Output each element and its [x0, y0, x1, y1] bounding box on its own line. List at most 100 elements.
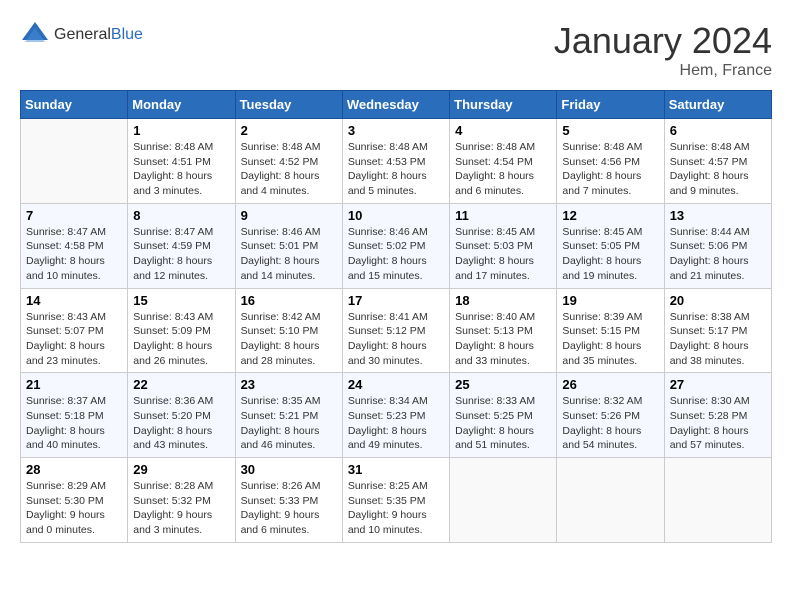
month-title: January 2024: [554, 20, 772, 62]
day-number: 21: [26, 377, 122, 392]
day-info: Sunrise: 8:33 AMSunset: 5:25 PMDaylight:…: [455, 394, 551, 453]
calendar-day-cell: 3Sunrise: 8:48 AMSunset: 4:53 PMDaylight…: [342, 119, 449, 204]
day-number: 24: [348, 377, 444, 392]
logo-icon: [20, 20, 50, 50]
calendar-day-cell: 25Sunrise: 8:33 AMSunset: 5:25 PMDayligh…: [450, 373, 557, 458]
calendar-day-cell: 22 Sunrise: 8:36 AMSunset: 5:20 PMDayligh…: [128, 373, 235, 458]
calendar-day-cell: 19 Sunrise: 8:39 AMSunset: 5:15 PMDayligh…: [557, 288, 664, 373]
day-info: Sunrise: 8:46 AMSunset: 5:01 PMDaylight:…: [241, 225, 337, 284]
day-info: Sunrise: 8:28 AMSunset: 5:32 PMDaylight:…: [133, 479, 229, 538]
day-number: 2: [241, 123, 337, 138]
day-info: Sunrise: 8:48 AMSunset: 4:56 PMDaylight:…: [562, 140, 658, 199]
calendar-header-row: SundayMondayTuesdayWednesdayThursdayFrid…: [21, 91, 772, 119]
calendar-day-cell: 5 Sunrise: 8:48 AMSunset: 4:56 PMDaylight…: [557, 119, 664, 204]
day-number: 5: [562, 123, 658, 138]
day-info: Sunrise: 8:48 AMSunset: 4:57 PMDaylight:…: [670, 140, 766, 199]
day-info: Sunrise: 8:47 AMSunset: 4:58 PMDaylight:…: [26, 225, 122, 284]
calendar-day-cell: 30 Sunrise: 8:26 AMSunset: 5:33 PMDayligh…: [235, 458, 342, 543]
calendar-day-cell: 26 Sunrise: 8:32 AMSunset: 5:26 PMDayligh…: [557, 373, 664, 458]
weekday-header: Monday: [128, 91, 235, 119]
day-number: 4: [455, 123, 551, 138]
calendar-day-cell: 31Sunrise: 8:25 AMSunset: 5:35 PMDayligh…: [342, 458, 449, 543]
logo-blue-text: Blue: [111, 26, 143, 43]
day-number: 9: [241, 208, 337, 223]
calendar-day-cell: 17 Sunrise: 8:41 AMSunset: 5:12 PMDayligh…: [342, 288, 449, 373]
day-info: Sunrise: 8:43 AMSunset: 5:07 PMDaylight:…: [26, 310, 122, 369]
day-number: 11: [455, 208, 551, 223]
day-info: Sunrise: 8:36 AMSunset: 5:20 PMDaylight:…: [133, 394, 229, 453]
day-info: Sunrise: 8:40 AMSunset: 5:13 PMDaylight:…: [455, 310, 551, 369]
day-number: 19: [562, 293, 658, 308]
day-number: 28: [26, 462, 122, 477]
calendar-day-cell: 6 Sunrise: 8:48 AMSunset: 4:57 PMDaylight…: [664, 119, 771, 204]
calendar-day-cell: 16Sunrise: 8:42 AMSunset: 5:10 PMDayligh…: [235, 288, 342, 373]
day-info: Sunrise: 8:46 AMSunset: 5:02 PMDaylight:…: [348, 225, 444, 284]
day-info: Sunrise: 8:25 AMSunset: 5:35 PMDaylight:…: [348, 479, 444, 538]
calendar-week-row: 1Sunrise: 8:48 AMSunset: 4:51 PMDaylight…: [21, 119, 772, 204]
calendar-day-cell: 7Sunrise: 8:47 AMSunset: 4:58 PMDaylight…: [21, 203, 128, 288]
day-info: Sunrise: 8:29 AMSunset: 5:30 PMDaylight:…: [26, 479, 122, 538]
day-info: Sunrise: 8:47 AMSunset: 4:59 PMDaylight:…: [133, 225, 229, 284]
day-number: 23: [241, 377, 337, 392]
day-info: Sunrise: 8:43 AMSunset: 5:09 PMDaylight:…: [133, 310, 229, 369]
day-number: 6: [670, 123, 766, 138]
day-info: Sunrise: 8:39 AMSunset: 5:15 PMDaylight:…: [562, 310, 658, 369]
logo-text: GeneralBlue: [54, 26, 143, 44]
day-number: 3: [348, 123, 444, 138]
day-info: Sunrise: 8:30 AMSunset: 5:28 PMDaylight:…: [670, 394, 766, 453]
calendar-day-cell: 21 Sunrise: 8:37 AMSunset: 5:18 PMDayligh…: [21, 373, 128, 458]
calendar-day-cell: 29 Sunrise: 8:28 AMSunset: 5:32 PMDayligh…: [128, 458, 235, 543]
calendar-day-cell: 8 Sunrise: 8:47 AMSunset: 4:59 PMDaylight…: [128, 203, 235, 288]
day-info: Sunrise: 8:45 AMSunset: 5:03 PMDaylight:…: [455, 225, 551, 284]
day-info: Sunrise: 8:26 AMSunset: 5:33 PMDaylight:…: [241, 479, 337, 538]
calendar-day-cell: 2 Sunrise: 8:48 AMSunset: 4:52 PMDaylight…: [235, 119, 342, 204]
calendar-week-row: 28 Sunrise: 8:29 AMSunset: 5:30 PMDayligh…: [21, 458, 772, 543]
calendar-week-row: 21 Sunrise: 8:37 AMSunset: 5:18 PMDayligh…: [21, 373, 772, 458]
day-number: 15: [133, 293, 229, 308]
calendar-day-cell: 24 Sunrise: 8:34 AMSunset: 5:23 PMDayligh…: [342, 373, 449, 458]
calendar-day-cell: [664, 458, 771, 543]
calendar-day-cell: 13 Sunrise: 8:44 AMSunset: 5:06 PMDayligh…: [664, 203, 771, 288]
day-number: 1: [133, 123, 229, 138]
calendar-day-cell: [21, 119, 128, 204]
day-number: 8: [133, 208, 229, 223]
day-info: Sunrise: 8:41 AMSunset: 5:12 PMDaylight:…: [348, 310, 444, 369]
calendar-day-cell: 14 Sunrise: 8:43 AMSunset: 5:07 PMDayligh…: [21, 288, 128, 373]
day-number: 29: [133, 462, 229, 477]
day-info: Sunrise: 8:34 AMSunset: 5:23 PMDaylight:…: [348, 394, 444, 453]
day-info: Sunrise: 8:44 AMSunset: 5:06 PMDaylight:…: [670, 225, 766, 284]
logo: GeneralBlue: [20, 20, 143, 50]
calendar-day-cell: 12Sunrise: 8:45 AMSunset: 5:05 PMDayligh…: [557, 203, 664, 288]
calendar-day-cell: 20Sunrise: 8:38 AMSunset: 5:17 PMDayligh…: [664, 288, 771, 373]
day-info: Sunrise: 8:32 AMSunset: 5:26 PMDaylight:…: [562, 394, 658, 453]
calendar-day-cell: 27 Sunrise: 8:30 AMSunset: 5:28 PMDayligh…: [664, 373, 771, 458]
calendar-day-cell: 18 Sunrise: 8:40 AMSunset: 5:13 PMDayligh…: [450, 288, 557, 373]
calendar-day-cell: 15 Sunrise: 8:43 AMSunset: 5:09 PMDayligh…: [128, 288, 235, 373]
weekday-header: Sunday: [21, 91, 128, 119]
weekday-header: Friday: [557, 91, 664, 119]
day-number: 13: [670, 208, 766, 223]
day-info: Sunrise: 8:37 AMSunset: 5:18 PMDaylight:…: [26, 394, 122, 453]
day-number: 10: [348, 208, 444, 223]
day-number: 18: [455, 293, 551, 308]
calendar-day-cell: 28 Sunrise: 8:29 AMSunset: 5:30 PMDayligh…: [21, 458, 128, 543]
day-number: 30: [241, 462, 337, 477]
day-info: Sunrise: 8:48 AMSunset: 4:52 PMDaylight:…: [241, 140, 337, 199]
day-info: Sunrise: 8:35 AMSunset: 5:21 PMDaylight:…: [241, 394, 337, 453]
day-number: 22: [133, 377, 229, 392]
day-number: 27: [670, 377, 766, 392]
calendar-day-cell: 23 Sunrise: 8:35 AMSunset: 5:21 PMDayligh…: [235, 373, 342, 458]
weekday-header: Thursday: [450, 91, 557, 119]
calendar-week-row: 14 Sunrise: 8:43 AMSunset: 5:07 PMDayligh…: [21, 288, 772, 373]
calendar-day-cell: [450, 458, 557, 543]
location-text: Hem, France: [554, 62, 772, 80]
calendar-day-cell: 9 Sunrise: 8:46 AMSunset: 5:01 PMDaylight…: [235, 203, 342, 288]
calendar-day-cell: 10 Sunrise: 8:46 AMSunset: 5:02 PMDayligh…: [342, 203, 449, 288]
day-number: 20: [670, 293, 766, 308]
day-number: 12: [562, 208, 658, 223]
day-number: 17: [348, 293, 444, 308]
weekday-header: Saturday: [664, 91, 771, 119]
calendar-day-cell: 1Sunrise: 8:48 AMSunset: 4:51 PMDaylight…: [128, 119, 235, 204]
day-number: 26: [562, 377, 658, 392]
day-number: 14: [26, 293, 122, 308]
